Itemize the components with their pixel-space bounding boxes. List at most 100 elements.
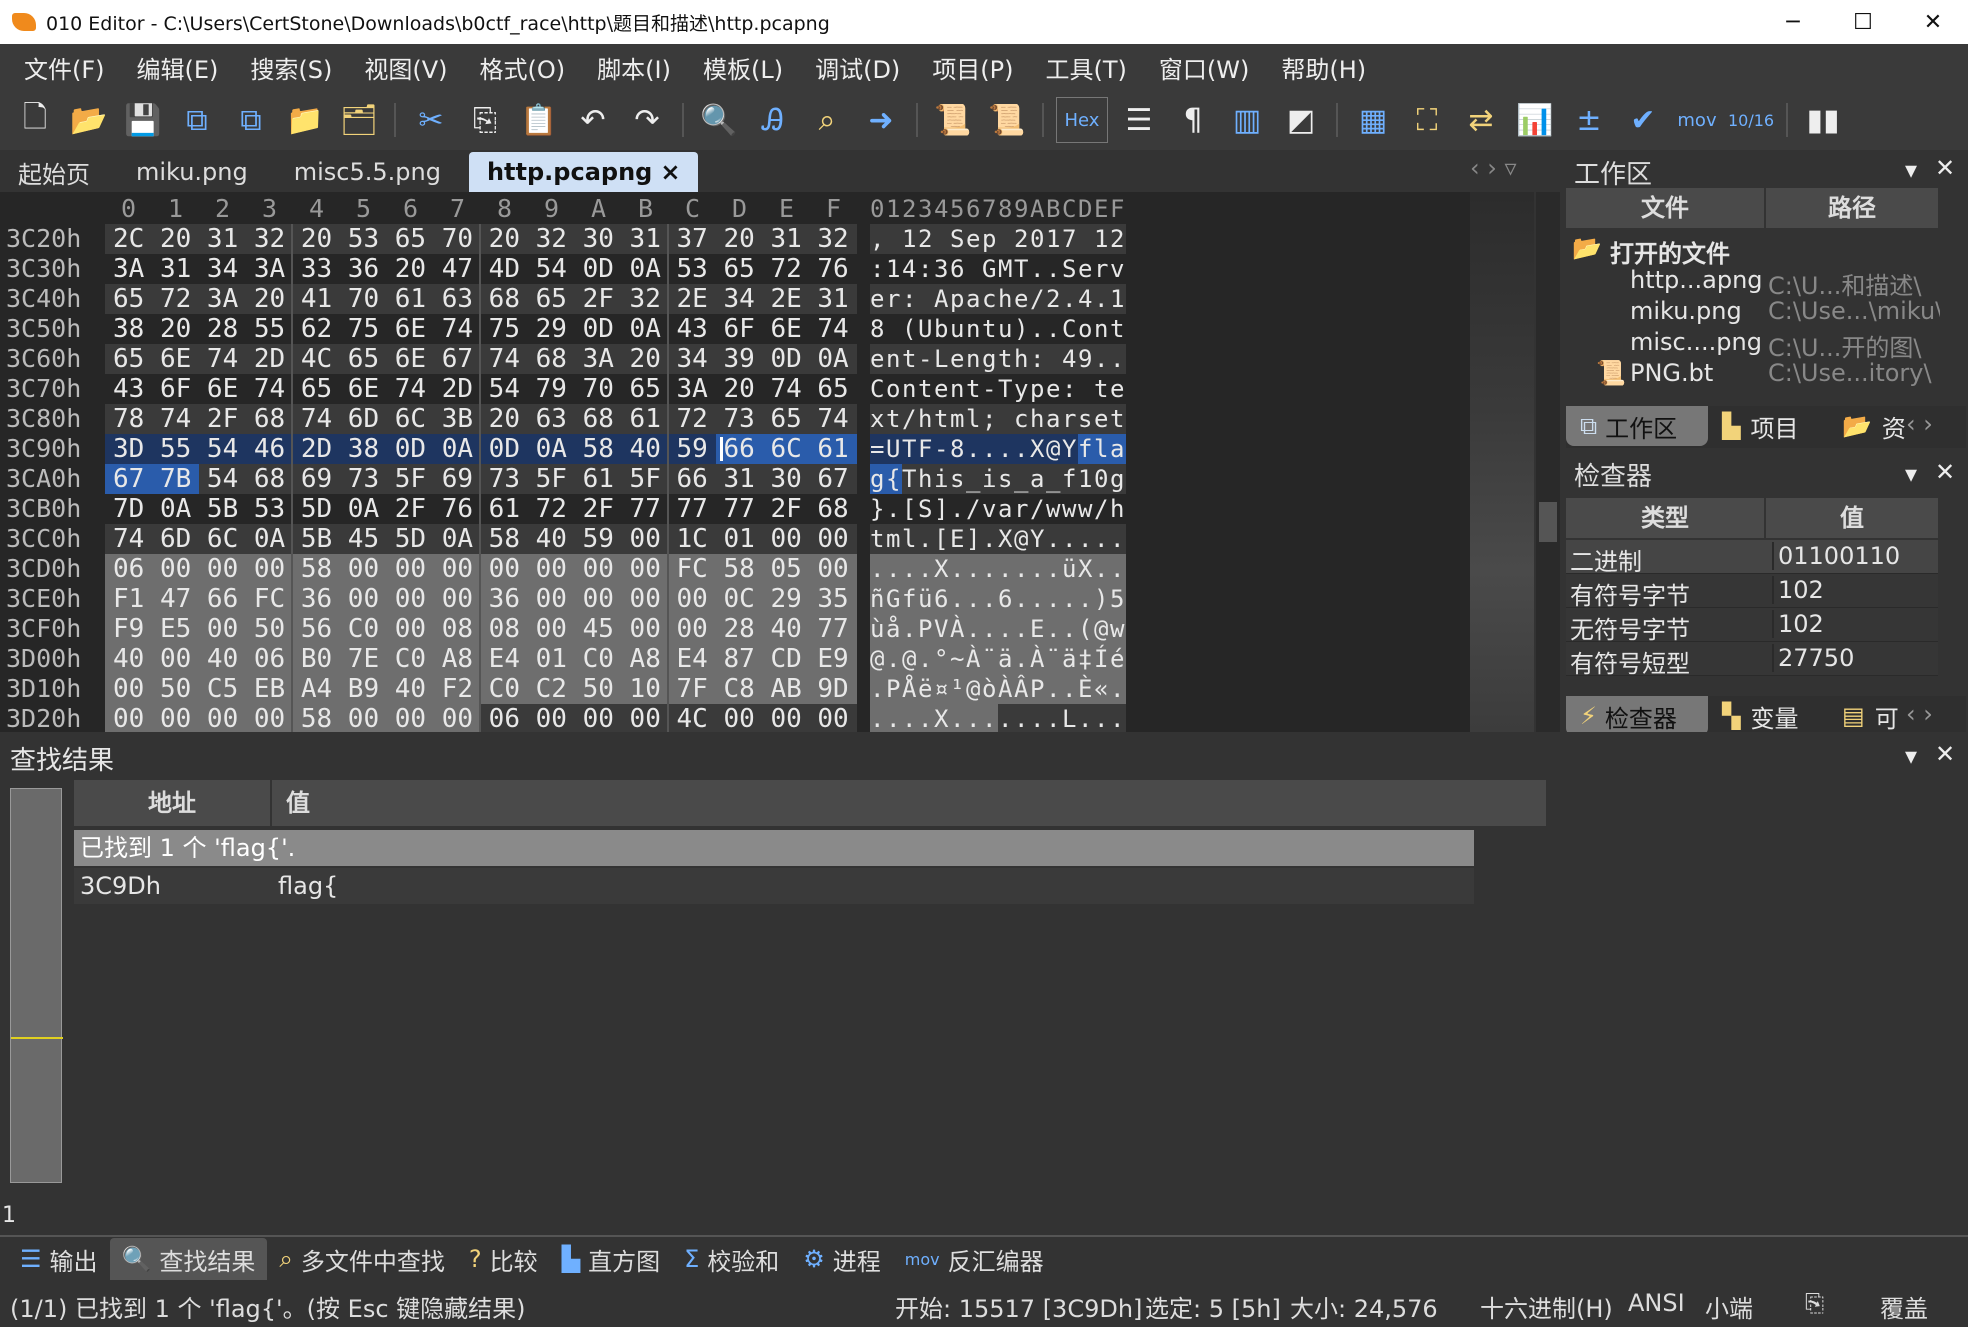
table-row[interactable]: 3C9Dh flag{	[74, 868, 1474, 904]
menu-templates[interactable]: 模板(L)	[687, 50, 799, 85]
tab-checksum[interactable]: Σ 校验和	[672, 1238, 791, 1280]
hex-bytes[interactable]: 43 6F 6E 74 65 6E 74 2D 54 79 70 65 3A 2…	[113, 374, 849, 404]
tab-scroll-icon[interactable]: ‹ ›	[1906, 700, 1933, 728]
save-icon[interactable]: 💾	[120, 97, 166, 143]
col-header-path[interactable]: 路径	[1766, 188, 1938, 228]
ascii-text[interactable]: Content-Type: te	[870, 374, 1126, 404]
cut-icon[interactable]: ✂	[408, 97, 454, 143]
find-summary-row[interactable]: 已找到 1 个 'flag{'.	[74, 830, 1474, 866]
ascii-text[interactable]: .PÅë¤¹@òÀÂP..È«.	[870, 674, 1126, 704]
tab-compare[interactable]: ? 比较	[457, 1238, 550, 1280]
scroll-thumb[interactable]	[1539, 502, 1557, 542]
ascii-text[interactable]: :14:36 GMT..Serv	[870, 254, 1126, 284]
base-converter-button[interactable]: 10/16	[1728, 97, 1774, 143]
save-all-icon[interactable]: ⧉	[228, 97, 274, 143]
inspector-row[interactable]: 无符号字节 102	[1566, 608, 1938, 642]
panel-menu-icon[interactable]: ▾	[1905, 742, 1917, 770]
hex-bytes[interactable]: 2C 20 31 32 20 53 65 70 20 32 30 31 37 2…	[113, 224, 849, 254]
open-files-group[interactable]: 打开的文件	[1610, 234, 1730, 269]
ascii-text[interactable]: @.@.°~À¨ä.À¨ä‡Íé	[870, 644, 1126, 674]
hex-bytes[interactable]: 3A 31 34 3A 33 36 20 47 4D 54 0D 0A 53 6…	[113, 254, 849, 284]
col-header-value[interactable]: 值	[272, 780, 1546, 826]
workspace-file-item[interactable]: http...apng C:\U...和描述\	[1560, 266, 1940, 300]
menu-window[interactable]: 窗口(W)	[1143, 50, 1265, 85]
ascii-text[interactable]: ....X.......üX..	[870, 554, 1126, 584]
tab-output[interactable]: ☰ 输出	[8, 1238, 110, 1280]
hex-bytes[interactable]: 7D 0A 5B 53 5D 0A 2F 76 61 72 2F 77 77 7…	[113, 494, 849, 524]
tab-scroll-arrows-icon[interactable]: ‹ › ▿	[1470, 154, 1517, 182]
undo-icon[interactable]: ↶	[570, 97, 616, 143]
ascii-text[interactable]: ñGfü6...6.....)5	[870, 584, 1126, 614]
tab-http-pcapng[interactable]: http.pcapng ×	[468, 152, 699, 192]
tab-disassembler[interactable]: mov 反汇编器	[893, 1238, 1056, 1280]
menu-project[interactable]: 项目(P)	[916, 50, 1029, 85]
hex-bytes[interactable]: 06 00 00 00 58 00 00 00 00 00 00 00 FC 5…	[113, 554, 849, 584]
ascii-text[interactable]: 8 (Ubuntu)..Cont	[870, 314, 1126, 344]
open-file-icon[interactable]: 📂	[66, 97, 112, 143]
status-encoding[interactable]: ANSI	[1628, 1289, 1685, 1317]
status-overwrite[interactable]: 覆盖	[1880, 1289, 1928, 1324]
hex-bytes[interactable]: 74 6D 6C 0A 5B 45 5D 0A 58 40 59 00 1C 0…	[113, 524, 849, 554]
hex-scrollbar[interactable]	[1536, 192, 1560, 732]
menu-format[interactable]: 格式(O)	[464, 50, 582, 85]
results-overview-bar[interactable]	[10, 788, 63, 1183]
ascii-text[interactable]: ....X.......L...	[870, 704, 1126, 732]
col-header-value[interactable]: 值	[1766, 498, 1938, 538]
disassembler-button[interactable]: mov	[1674, 97, 1720, 143]
ascii-text[interactable]: ent-Length: 49..	[870, 344, 1126, 374]
verify-icon[interactable]: ✔	[1620, 97, 1666, 143]
hex-bytes[interactable]: F1 47 66 FC 36 00 00 00 36 00 00 00 00 0…	[113, 584, 849, 614]
calculator-icon[interactable]: ▦	[1350, 97, 1396, 143]
menu-scripts[interactable]: 脚本(I)	[581, 50, 687, 85]
ascii-text[interactable]: xt/html; charset	[870, 404, 1126, 434]
hex-bytes[interactable]: 00 50 C5 EB A4 B9 40 F2 C0 C2 50 10 7F C…	[113, 674, 849, 704]
inspector-icon[interactable]: ⛶	[1404, 97, 1450, 143]
replace-icon[interactable]: Ꭿ	[750, 97, 796, 143]
menu-help[interactable]: 帮助(H)	[1265, 50, 1382, 85]
workspace-file-item[interactable]: 📜 PNG.bt C:\Use...itory\	[1560, 359, 1940, 390]
run-script-icon[interactable]: 📜	[930, 97, 976, 143]
tab-bookmarks[interactable]: ▤ 可	[1842, 696, 1899, 736]
workspace-file-item[interactable]: misc....png C:\U...开的图\	[1560, 328, 1940, 362]
menu-tools[interactable]: 工具(T)	[1030, 50, 1143, 85]
pause-icon[interactable]: ▮▮	[1800, 97, 1846, 143]
col-header-file[interactable]: 文件	[1566, 188, 1764, 228]
goto-icon[interactable]: ➜	[858, 97, 904, 143]
hex-mode-button[interactable]: Hex	[1056, 97, 1108, 143]
status-endian[interactable]: 小端	[1705, 1289, 1753, 1324]
tab-misc5-png[interactable]: misc5.5.png	[276, 152, 459, 192]
run-template-icon[interactable]: 📜	[984, 97, 1030, 143]
menu-edit[interactable]: 编辑(E)	[121, 50, 235, 85]
menu-view[interactable]: 视图(V)	[348, 50, 463, 85]
col-header-type[interactable]: 类型	[1566, 498, 1764, 538]
hex-bytes[interactable]: 00 00 00 00 58 00 00 00 06 00 00 00 4C 0…	[113, 704, 849, 732]
tab-find-results[interactable]: 🔍 查找结果	[109, 1238, 268, 1280]
open-folder-icon[interactable]: 📁	[282, 97, 328, 143]
redo-icon[interactable]: ↷	[624, 97, 670, 143]
histogram-icon[interactable]: 📊	[1512, 97, 1558, 143]
inspector-row[interactable]: 有符号短型 27750	[1566, 642, 1938, 676]
status-edit-mode[interactable]: 十六进制(H)	[1480, 1289, 1613, 1324]
hex-bytes[interactable]: 65 6E 74 2D 4C 65 6E 67 74 68 3A 20 34 3…	[113, 344, 849, 374]
ascii-text[interactable]: , 12 Sep 2017 12	[870, 224, 1126, 254]
panel-close-icon[interactable]: ✕	[1935, 154, 1955, 182]
show-whitespace-icon[interactable]: ¶	[1170, 97, 1216, 143]
panel-menu-icon[interactable]: ▾	[1905, 460, 1917, 488]
find-icon[interactable]: 🔍	[696, 97, 742, 143]
ascii-text[interactable]: }.[S]./var/www/h	[870, 494, 1126, 524]
ascii-text[interactable]: g{This_is_a_f10g	[870, 464, 1126, 494]
tab-project[interactable]: ▙ 项目	[1722, 406, 1798, 446]
highlight-icon[interactable]: ◩	[1278, 97, 1324, 143]
ascii-text[interactable]: er: Apache/2.4.1	[870, 284, 1126, 314]
tab-start-page[interactable]: 起始页	[0, 152, 108, 192]
copy-icon[interactable]: ⎘	[462, 97, 508, 143]
open-project-icon[interactable]: 🗂	[336, 97, 382, 143]
text-mode-icon[interactable]: ☰	[1116, 97, 1162, 143]
maximize-button[interactable]: ☐	[1828, 0, 1898, 44]
hex-bytes[interactable]: 67 7B 54 68 69 73 5F 69 73 5F 61 5F 66 3…	[113, 464, 849, 494]
hex-bytes[interactable]: 78 74 2F 68 74 6D 6C 3B 20 63 68 61 72 7…	[113, 404, 849, 434]
minimize-button[interactable]: ─	[1758, 0, 1828, 44]
tab-process[interactable]: ⚙ 进程	[791, 1238, 893, 1280]
hex-bytes[interactable]: 3D 55 54 46 2D 38 0D 0A 0D 0A 58 40 59 6…	[113, 434, 849, 464]
tab-variables[interactable]: ▚ 变量	[1722, 696, 1798, 736]
